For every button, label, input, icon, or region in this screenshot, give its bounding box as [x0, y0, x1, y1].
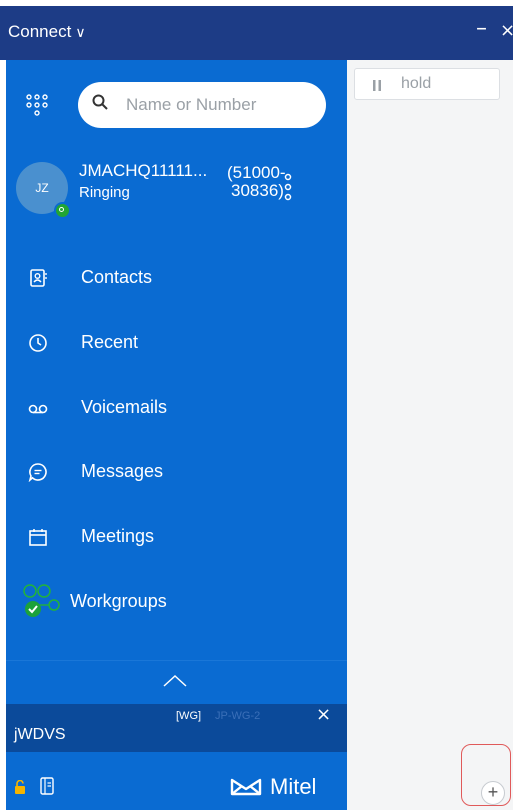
workgroup-caller-name: jWDVS [14, 726, 66, 743]
hold-label: hold [401, 75, 432, 92]
title-bar: Connect ∨ – × [0, 6, 513, 60]
banner-close-button[interactable]: × [316, 704, 331, 725]
workgroups-icon [23, 584, 60, 617]
caller-number-line2: 30836) [231, 181, 284, 200]
search-box [78, 82, 326, 128]
search-input[interactable] [124, 90, 318, 120]
hold-button[interactable]: hold [354, 68, 500, 100]
search-icon [92, 94, 108, 110]
call-controls-pane: hold + [347, 60, 513, 810]
workgroup-tag-detail: JP-WG-2 [215, 710, 261, 722]
call-status: Ringing [79, 184, 130, 201]
voicemail-icon [28, 404, 48, 414]
chevron-down-icon: ∨ [75, 24, 86, 40]
calendar-icon [29, 529, 47, 546]
nav-label-voicemails: Voicemails [81, 397, 168, 417]
nav-item-meetings[interactable]: Meetings [6, 515, 347, 559]
add-call-button[interactable]: + [481, 781, 505, 805]
nav-label-messages: Messages [81, 461, 164, 481]
sidebar: JZ JMACHQ11111... Ringing (51000- 30836)… [6, 60, 347, 810]
brand-name: Mitel [270, 774, 317, 799]
chevron-up-icon [163, 674, 187, 687]
app-menu-button[interactable]: Connect ∨ [8, 22, 86, 42]
pause-icon [373, 80, 381, 91]
nav-item-voicemails[interactable]: Voicemails [6, 386, 347, 430]
collapse-button[interactable] [6, 660, 347, 705]
phonebook-icon[interactable] [40, 777, 54, 795]
nav-label-recent: Recent [81, 332, 139, 352]
dialpad-icon[interactable] [26, 94, 48, 118]
unlocked-icon[interactable] [14, 780, 26, 794]
nav-item-workgroups[interactable]: Workgroups [6, 580, 347, 624]
nav-item-contacts[interactable]: Contacts [6, 256, 347, 300]
minimize-button[interactable]: – [476, 16, 487, 41]
nav-item-recent[interactable]: Recent [6, 321, 347, 365]
nav-label-contacts: Contacts [81, 267, 153, 287]
presence-available-icon [54, 202, 71, 219]
mitel-logo-icon [230, 778, 262, 796]
close-window-button[interactable]: × [500, 20, 513, 41]
app-title: Connect [8, 22, 72, 41]
chat-icon [28, 463, 47, 482]
clock-icon [29, 334, 47, 352]
nav-label-workgroups: Workgroups [70, 591, 167, 611]
workgroup-tag: [WG] [176, 710, 202, 722]
nav-label-meetings: Meetings [81, 526, 155, 546]
add-call-highlight: + [461, 744, 511, 806]
workgroup-banner[interactable]: [WG] JP-WG-2 × jWDVS [6, 704, 347, 752]
more-options-icon[interactable] [284, 172, 292, 202]
caller-number-line1: (51000- [227, 163, 286, 182]
caller-name[interactable]: JMACHQ11111... [79, 161, 207, 181]
nav-item-messages[interactable]: Messages [6, 450, 347, 494]
footer: Mitel [6, 764, 347, 810]
contacts-icon [30, 269, 47, 287]
